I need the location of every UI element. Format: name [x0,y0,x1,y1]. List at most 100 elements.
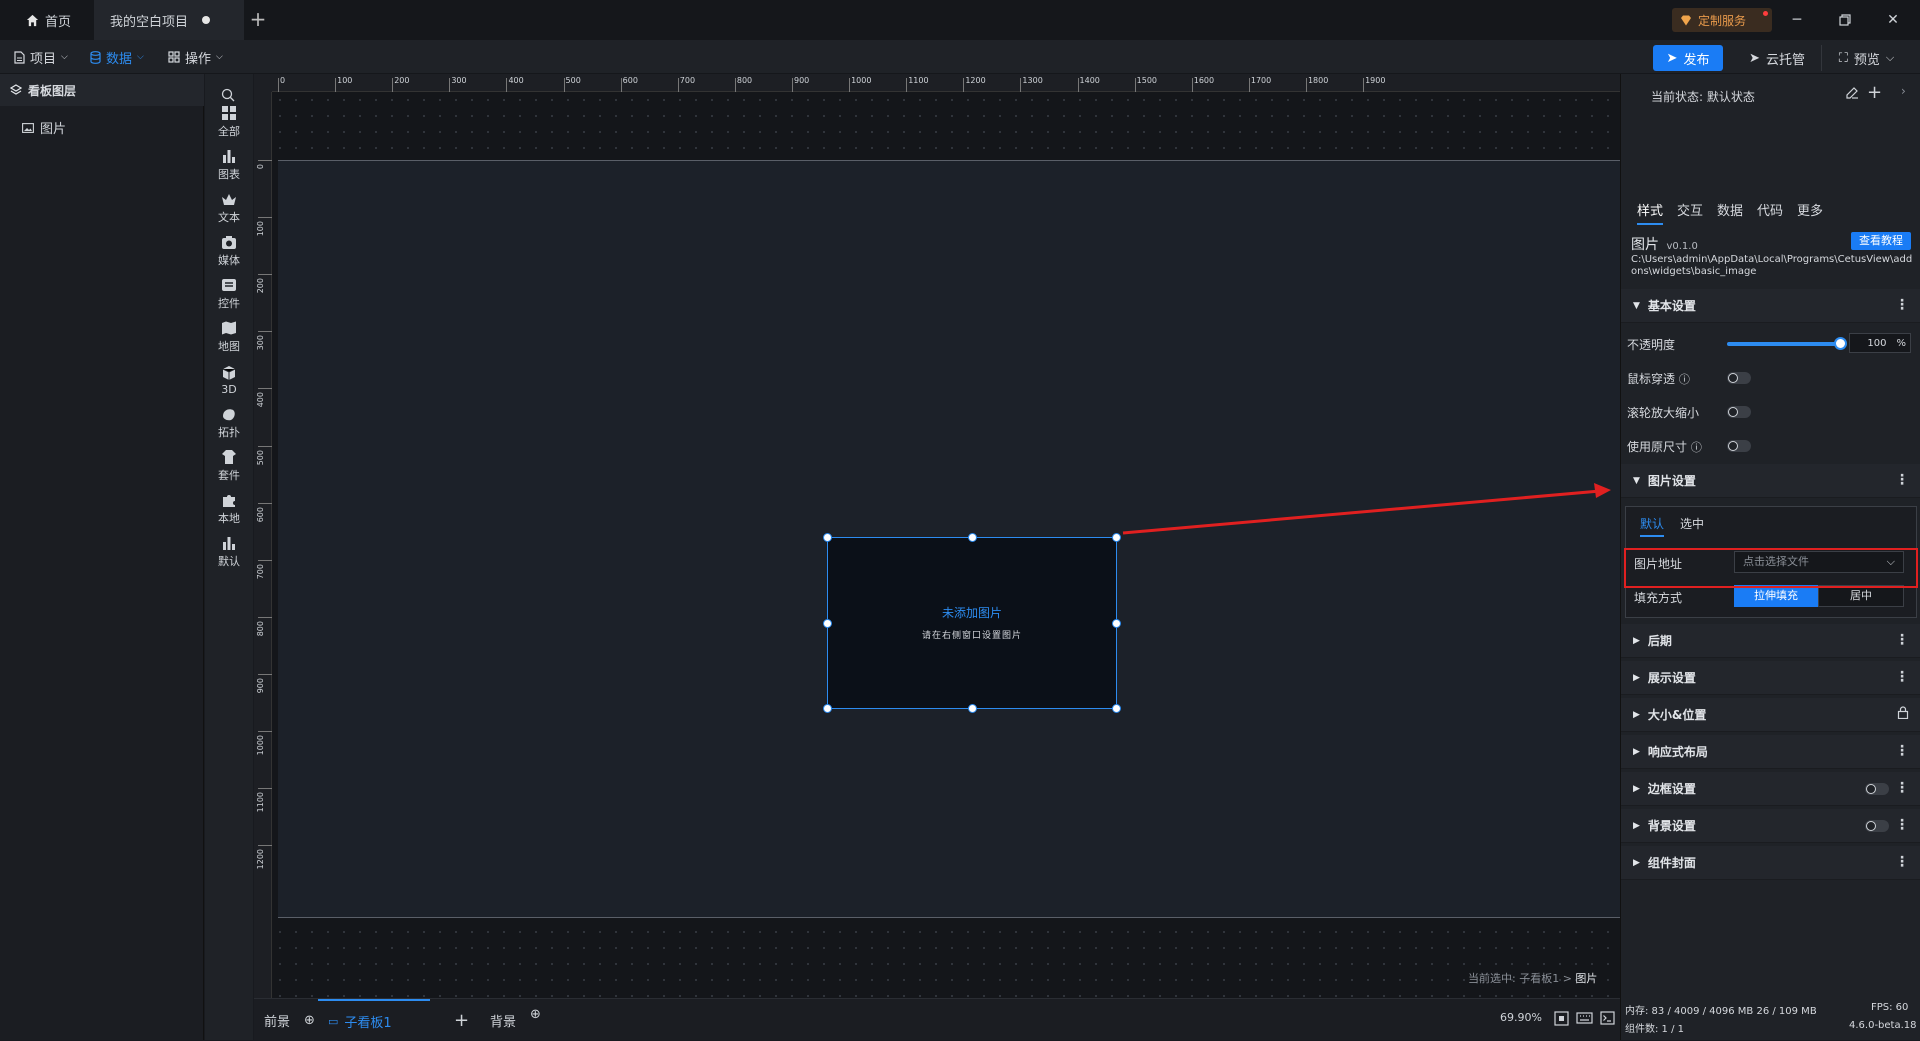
ruler-tick [1134,78,1136,92]
chevron-right-icon[interactable]: › [1901,84,1906,98]
opacity-input[interactable]: 100 % [1849,333,1911,353]
wheel-zoom-toggle[interactable] [1727,406,1751,418]
resize-handle[interactable] [968,533,977,542]
keyboard-icon[interactable] [1576,1012,1593,1024]
add-state-button[interactable]: + [1867,82,1882,103]
resize-handle[interactable] [823,704,832,713]
section-label: 展示设置 [1647,671,1696,685]
category-3[interactable]: 文本 [205,186,253,230]
section-collapsed[interactable]: ▶ 展示设置 ⋮ [1621,661,1920,695]
publish-button[interactable]: ➤ 发布 [1653,45,1723,71]
tab-more[interactable]: 更多 [1797,200,1823,219]
tab-home[interactable]: 首页 [10,0,94,40]
resize-handle[interactable] [1112,619,1121,628]
more-vertical-icon[interactable]: ⋮ [1895,669,1909,685]
original-size-toggle[interactable] [1727,440,1751,452]
dashboard-board[interactable]: 未添加图片 请在右侧窗口设置图片 [278,160,1620,918]
category-1[interactable]: 全部 [205,100,253,144]
category-7[interactable]: 3D [205,358,253,402]
caret-right-icon: ▶ [1633,783,1640,794]
tab-interaction[interactable]: 交互 [1677,200,1703,219]
add-circle-icon[interactable]: ⊕ [304,1013,315,1028]
ruler-tick-label: 0 [256,164,265,170]
section-collapsed[interactable]: ▶ 边框设置 ⋮ [1621,772,1920,806]
section-collapsed[interactable]: ▶ 背景设置 ⋮ [1621,809,1920,843]
add-subboard-button[interactable]: + [454,999,469,1041]
section-toggle[interactable] [1865,820,1889,832]
ruler-tick-label: 100 [337,76,353,85]
tutorial-button[interactable]: 查看教程 [1851,232,1911,250]
cloud-hosting-button[interactable]: ➤ 云托管 [1737,45,1817,71]
preview-button[interactable]: ⛶ 预览 ⌵ [1821,45,1911,71]
menu-data[interactable]: 数据 ⌵ [90,40,144,74]
ruler-tick-label: 1100 [908,76,929,85]
category-4[interactable]: 媒体 [205,229,253,273]
tab-project[interactable]: 我的空白项目 [94,0,244,40]
menu-project[interactable]: 项目 ⌵ [14,40,68,74]
resize-handle[interactable] [1112,704,1121,713]
tab-code[interactable]: 代码 [1757,200,1783,219]
tab-project-label: 我的空白项目 [110,14,189,30]
section-collapsed[interactable]: ▶ 大小&位置 [1621,698,1920,732]
more-vertical-icon[interactable]: ⋮ [1895,472,1909,488]
more-vertical-icon[interactable]: ⋮ [1895,297,1909,313]
layer-item-image[interactable]: 图片 [22,118,66,137]
breadcrumb-current[interactable]: 图片 [1575,972,1597,985]
category-8[interactable]: 拓扑 [205,401,253,445]
edit-icon[interactable] [1845,86,1859,100]
add-tab-button[interactable]: + [246,8,270,32]
menu-operation[interactable]: 操作 ⌵ [168,40,223,74]
lock-icon[interactable] [1897,706,1909,719]
close-window-button[interactable]: ✕ [1878,8,1908,32]
more-vertical-icon[interactable]: ⋮ [1895,743,1909,759]
opacity-slider-handle[interactable] [1834,337,1847,350]
resize-handle[interactable] [1112,533,1121,542]
tab-data[interactable]: 数据 [1717,200,1743,219]
fill-center-button[interactable]: 居中 [1818,585,1904,607]
more-vertical-icon[interactable]: ⋮ [1895,854,1909,870]
zoom-level[interactable]: 69.90% [1500,1011,1542,1024]
mouse-through-toggle[interactable] [1727,372,1751,384]
ruler-horizontal: 0 100 200 300 400 500 600 700 800 900 1000 1100 1200… [272,74,1620,92]
help-icon[interactable]: ⓘ [1679,373,1690,386]
terminal-icon[interactable] [1600,1011,1615,1025]
resize-handle[interactable] [823,619,832,628]
fill-stretch-button[interactable]: 拉伸填充 [1734,585,1818,607]
fit-screen-icon[interactable] [1554,1011,1569,1026]
foreground-tab[interactable]: 前景 ⊕ [264,999,315,1041]
subtab-selected[interactable]: 选中 [1680,515,1704,532]
help-icon[interactable]: ⓘ [1691,441,1702,454]
category-11[interactable]: 默认 [205,530,253,574]
section-image[interactable]: ▼ 图片设置 ⋮ [1621,464,1920,498]
add-circle-icon[interactable]: ⊕ [530,1007,541,1022]
category-9[interactable]: 套件 [205,444,253,488]
ruler-tick-label: 1000 [256,735,265,756]
category-2[interactable]: 图表 [205,143,253,187]
restore-button[interactable] [1830,8,1860,32]
resize-handle[interactable] [968,704,977,713]
section-collapsed[interactable]: ▶ 后期 ⋮ [1621,624,1920,658]
resize-handle[interactable] [823,533,832,542]
subboard-tab[interactable]: ▭ 子看板1 [318,999,430,1041]
custom-service-button[interactable]: 定制服务 [1672,8,1772,32]
section-collapsed[interactable]: ▶ 响应式布局 ⋮ [1621,735,1920,769]
canvas-area[interactable]: 未添加图片 请在右侧窗口设置图片 0 100 200 300 400 500 600 700 8… [254,74,1620,998]
more-vertical-icon[interactable]: ⋮ [1895,780,1909,796]
minimize-button[interactable]: ─ [1782,8,1812,32]
opacity-slider-track[interactable] [1727,342,1841,346]
section-toggle[interactable] [1865,783,1889,795]
image-widget[interactable]: 未添加图片 请在右侧窗口设置图片 [823,533,1121,713]
subtab-default[interactable]: 默认 [1640,515,1665,537]
section-collapsed[interactable]: ▶ 组件封面 ⋮ [1621,846,1920,880]
ruler-tick-label: 300 [451,76,467,85]
category-5[interactable]: 控件 [205,272,253,316]
more-vertical-icon[interactable]: ⋮ [1895,817,1909,833]
category-6[interactable]: 地图 [205,315,253,359]
diamond-icon [1680,15,1692,26]
category-10[interactable]: 本地 [205,487,253,531]
tab-style[interactable]: 样式 [1637,200,1664,225]
more-vertical-icon[interactable]: ⋮ [1895,632,1909,648]
background-tab[interactable]: 背景 ⊕ [490,999,541,1041]
section-basic[interactable]: ▼ 基本设置 ⋮ [1621,289,1920,323]
unsaved-dot-icon [202,16,211,24]
